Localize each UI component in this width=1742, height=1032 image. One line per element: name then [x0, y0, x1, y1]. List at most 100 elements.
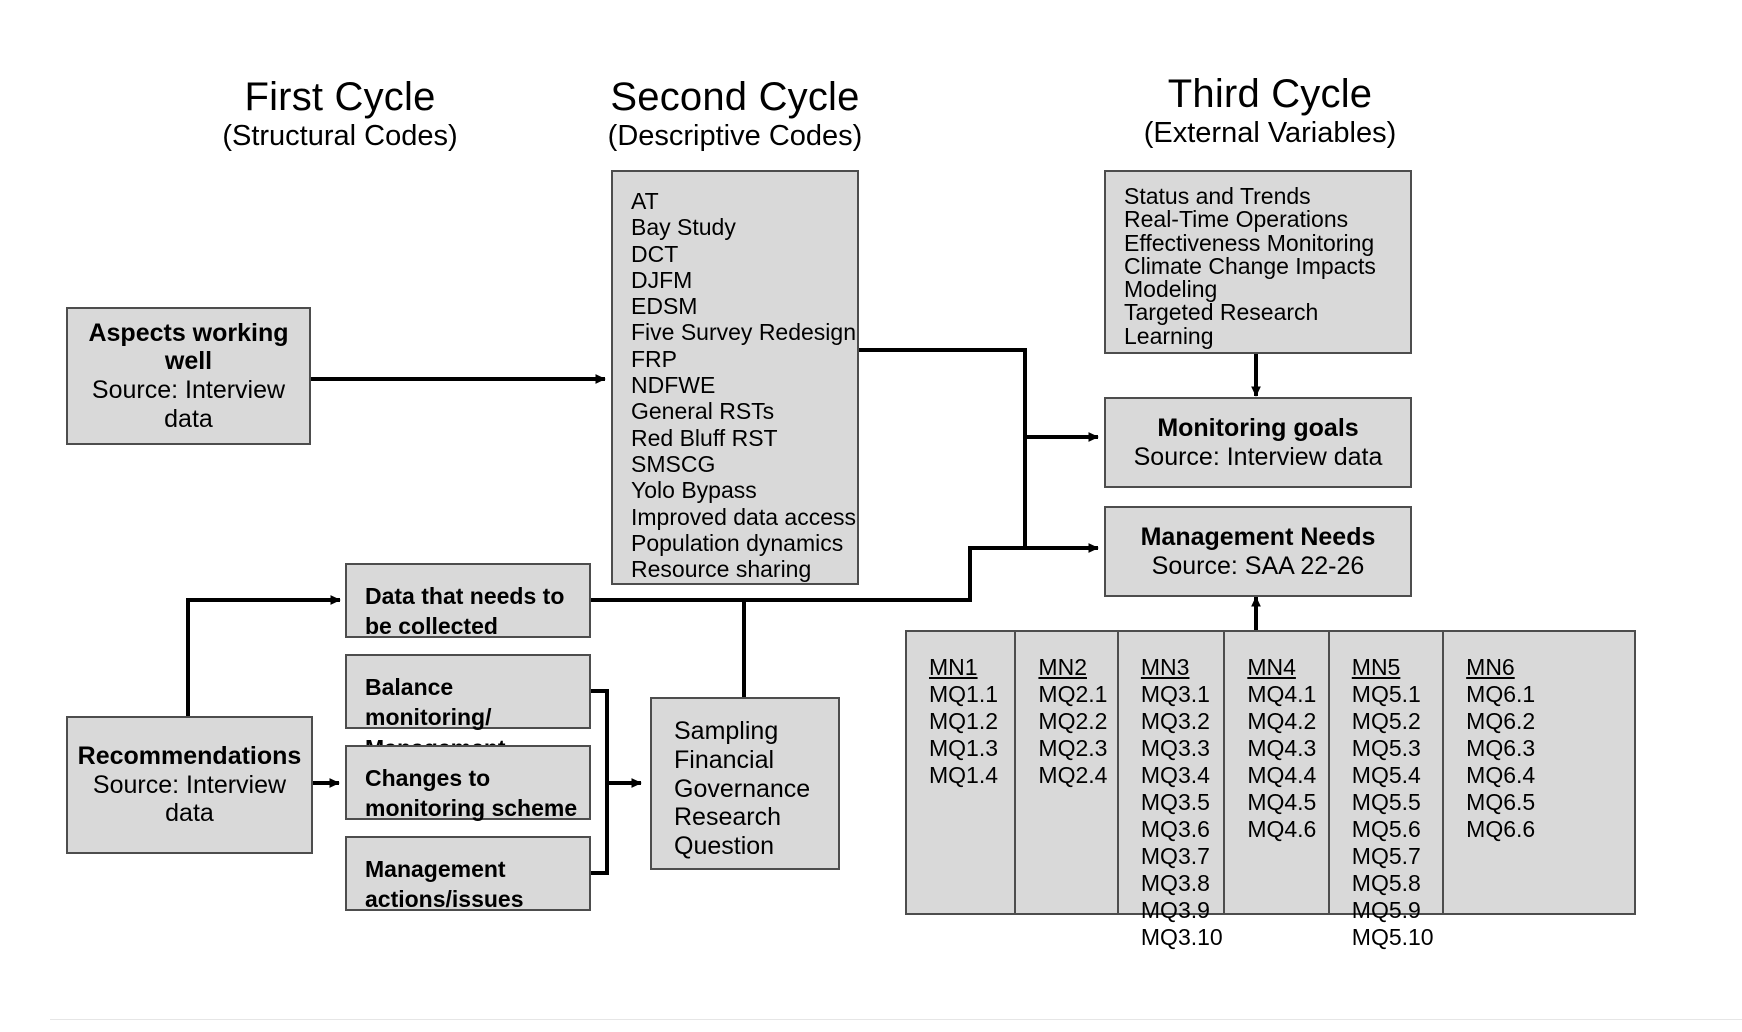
list-item: MQ3.10	[1140, 924, 1223, 950]
header-third-cycle-title: Third Cycle	[1167, 72, 1373, 116]
list-item: MQ4.5	[1247, 789, 1317, 815]
box-sampling-categories[interactable]: Sampling Financial Governance Research Q…	[650, 697, 840, 870]
list-item: MQ3.2	[1140, 708, 1210, 734]
mn-column-2[interactable]: MN2 MQ2.1 MQ2.2 MQ2.3 MQ2.4	[1016, 632, 1119, 913]
list-item: Population dynamics	[631, 529, 844, 556]
list-item: MQ3.8	[1140, 870, 1210, 896]
list-item: MQ5.5	[1351, 789, 1421, 815]
box-management-actions-issues[interactable]: Management actions/issues	[345, 836, 591, 912]
box-data-needed-label: Data that needs to be collected	[365, 583, 565, 640]
list-item: Governance	[674, 774, 811, 803]
list-item: MQ2.3	[1038, 735, 1108, 761]
list-item: Five Survey Redesign	[631, 319, 856, 346]
mq-list: MQ6.1 MQ6.2 MQ6.3 MQ6.4 MQ6.5 MQ6.6	[1466, 681, 1634, 843]
box-mgmt-actions-label: Management actions/issues	[365, 856, 524, 913]
box-management-needs-subtitle: Source: SAA 22-26	[1151, 551, 1365, 580]
mn-column-6[interactable]: MN6 MQ6.1 MQ6.2 MQ6.3 MQ6.4 MQ6.5 MQ6.6	[1444, 632, 1634, 913]
list-item: MQ4.1	[1247, 681, 1317, 707]
header-third-cycle-subtitle: (External Variables)	[1143, 116, 1397, 149]
list-item: MQ3.3	[1140, 735, 1210, 761]
box-recommendations-subtitle: Source: Interview data	[92, 770, 287, 828]
mn-column-3[interactable]: MN3 MQ3.1 MQ3.2 MQ3.3 MQ3.4 MQ3.5 MQ3.6 …	[1119, 632, 1226, 950]
mn-column-header: MN6	[1466, 654, 1515, 680]
list-item: DCT	[631, 240, 679, 267]
connector-recommendations-to-data-needed	[186, 595, 341, 716]
list-item: Targeted Research	[1124, 299, 1319, 326]
list-item: Research	[674, 803, 781, 832]
list-item: MQ2.2	[1038, 708, 1108, 734]
box-monitoring-goals-subtitle: Source: Interview data	[1133, 442, 1383, 471]
mn-column-header: MN3	[1140, 654, 1190, 680]
list-item: MQ6.1	[1466, 681, 1536, 707]
list-item: MQ3.5	[1140, 789, 1210, 815]
list-item: MQ3.6	[1140, 816, 1210, 842]
list-item: MQ4.2	[1247, 708, 1317, 734]
list-item: Sampling	[674, 717, 779, 745]
list-item: MQ4.6	[1247, 816, 1317, 842]
list-item: DJFM	[631, 266, 693, 293]
list-item: Real-Time Operations	[1124, 206, 1349, 233]
list-item: MQ5.4	[1351, 762, 1421, 788]
mn-column-header: MN1	[929, 654, 978, 680]
box-management-needs[interactable]: Management Needs Source: SAA 22-26	[1104, 506, 1412, 597]
box-data-that-needs-to-be-collected[interactable]: Data that needs to be collected	[345, 563, 591, 639]
list-item: MQ6.4	[1466, 762, 1536, 788]
list-item: MQ1.3	[929, 735, 999, 761]
connector-mgmt-actions-to-sampling	[591, 783, 609, 875]
box-aspects-subtitle: Source: Interview data	[91, 376, 286, 433]
list-item: MQ1.4	[929, 762, 999, 788]
mq-list: MQ4.1 MQ4.2 MQ4.3 MQ4.4 MQ4.5 MQ4.6	[1247, 681, 1327, 843]
mn-mq-table[interactable]: MN1 MQ1.1 MQ1.2 MQ1.3 MQ1.4 MN2 MQ2.1 MQ…	[905, 630, 1636, 950]
list-item: MQ6.6	[1466, 816, 1536, 842]
descriptive-codes-list: AT Bay Study DCT DJFM EDSM Five Survey R…	[631, 188, 857, 582]
list-item: MQ5.9	[1351, 897, 1421, 923]
list-item: MQ5.10	[1351, 924, 1434, 950]
box-balance-monitoring-management[interactable]: Balance monitoring/ Management	[345, 654, 591, 761]
box-changes-label: Changes to monitoring scheme	[365, 765, 578, 822]
list-item: Climate Change Impacts	[1124, 252, 1376, 279]
box-monitoring-goals[interactable]: Monitoring goals Source: Interview data	[1104, 397, 1412, 488]
box-aspects-title: Aspects working well	[88, 318, 289, 376]
list-item: Status and Trends	[1124, 183, 1311, 209]
connector-balance-to-sampling	[591, 689, 642, 788]
list-item: MQ3.7	[1140, 843, 1210, 869]
box-management-needs-title: Management Needs	[1140, 522, 1376, 551]
mn-column-header: MN2	[1038, 654, 1087, 680]
mn-column-1[interactable]: MN1 MQ1.1 MQ1.2 MQ1.3 MQ1.4	[907, 632, 1017, 913]
box-monitoring-goals-title: Monitoring goals	[1157, 413, 1359, 442]
list-item: EDSM	[631, 293, 698, 320]
page-baseline-divider	[50, 1019, 1742, 1020]
list-item: MQ3.1	[1140, 681, 1210, 707]
mn-column-4[interactable]: MN4 MQ4.1 MQ4.2 MQ4.3 MQ4.4 MQ4.5 MQ4.6	[1225, 632, 1330, 913]
list-item: MQ5.6	[1351, 816, 1421, 842]
list-item: Financial	[674, 745, 775, 774]
list-item: Learning	[1124, 322, 1214, 349]
box-descriptive-codes[interactable]: AT Bay Study DCT DJFM EDSM Five Survey R…	[611, 170, 859, 585]
mn-column-5[interactable]: MN5 MQ5.1 MQ5.2 MQ5.3 MQ5.4 MQ5.5 MQ5.6 …	[1330, 632, 1445, 950]
list-item: Resource sharing	[631, 556, 812, 583]
sampling-categories-list: Sampling Financial Governance Research Q…	[674, 717, 838, 861]
list-item: Red Bluff RST	[631, 424, 778, 451]
header-second-cycle-title: Second Cycle	[610, 75, 860, 119]
box-recommendations[interactable]: Recommendations Source: Interview data	[66, 716, 313, 854]
header-first-cycle-title: First Cycle	[244, 75, 436, 119]
list-item: Yolo Bypass	[631, 477, 757, 504]
list-item: MQ2.1	[1038, 681, 1108, 707]
mq-list: MQ2.1 MQ2.2 MQ2.3 MQ2.4	[1038, 681, 1116, 789]
mn-column-header: MN5	[1351, 654, 1401, 680]
list-item: Effectiveness Monitoring	[1124, 229, 1375, 256]
list-item: MQ6.2	[1466, 708, 1536, 734]
list-item: FRP	[631, 345, 677, 372]
box-external-variables[interactable]: Status and Trends Real-Time Operations E…	[1104, 170, 1412, 354]
external-variables-list: Status and Trends Real-Time Operations E…	[1124, 183, 1410, 349]
list-item: MQ5.7	[1351, 843, 1421, 869]
mq-list: MQ5.1 MQ5.2 MQ5.3 MQ5.4 MQ5.5 MQ5.6 MQ5.…	[1352, 681, 1442, 951]
list-item: SMSCG	[631, 450, 716, 477]
mq-list: MQ1.1 MQ1.2 MQ1.3 MQ1.4	[929, 681, 1014, 789]
box-changes-to-monitoring-scheme[interactable]: Changes to monitoring scheme	[345, 745, 591, 821]
diagram-canvas: First Cycle (Structural Codes) Second Cy…	[0, 0, 1742, 1032]
list-item: MQ5.2	[1351, 708, 1421, 734]
header-second-cycle: Second Cycle (Descriptive Codes)	[545, 75, 925, 152]
header-first-cycle: First Cycle (Structural Codes)	[150, 75, 530, 152]
box-aspects-working-well[interactable]: Aspects working well Source: Interview d…	[66, 307, 311, 445]
